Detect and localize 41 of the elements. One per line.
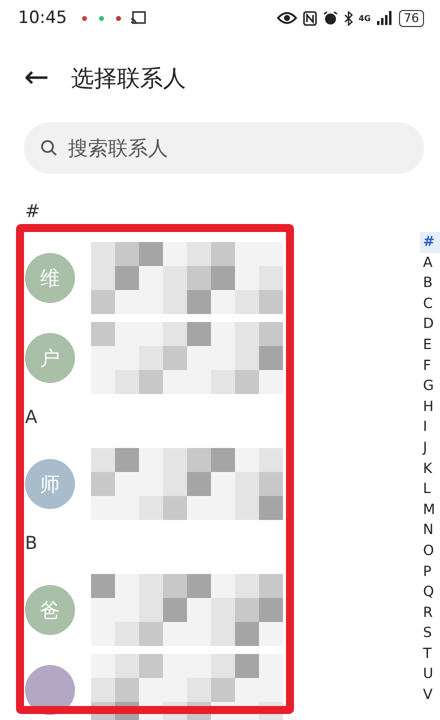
index-letter[interactable]: # <box>420 232 440 253</box>
notification-dot-icon <box>116 16 121 20</box>
page-title: 选择联系人 <box>71 64 186 94</box>
bluetooth-icon <box>344 10 353 26</box>
index-letter[interactable]: Q <box>420 582 440 603</box>
index-letter[interactable]: P <box>420 562 440 582</box>
index-letter[interactable]: N <box>420 520 440 541</box>
search-field[interactable]: 搜索联系人 <box>24 122 424 174</box>
index-letter[interactable]: K <box>420 458 440 480</box>
index-letter[interactable]: E <box>420 334 440 356</box>
index-letter[interactable]: G <box>420 376 440 397</box>
index-letter[interactable]: B <box>420 273 440 294</box>
index-letter[interactable]: I <box>420 417 440 438</box>
section-letter: B <box>25 534 38 556</box>
nfc-icon <box>302 10 317 26</box>
signal-icon <box>376 11 393 25</box>
index-letter[interactable]: A <box>420 252 440 274</box>
index-letter[interactable]: D <box>420 314 440 335</box>
index-letter[interactable]: M <box>420 500 440 520</box>
section-letter: # <box>25 202 42 224</box>
index-letter[interactable]: H <box>420 396 440 418</box>
index-letter[interactable]: O <box>420 540 440 562</box>
index-letter[interactable]: J <box>420 438 440 459</box>
section-letter: A <box>25 408 38 430</box>
notification-dot-icon <box>82 16 87 20</box>
index-letter[interactable]: V <box>420 685 440 706</box>
index-letter[interactable]: R <box>420 602 440 624</box>
eye-icon <box>276 12 297 24</box>
battery-level: 76 <box>398 10 424 26</box>
network-type: 4G <box>358 14 371 22</box>
index-letter[interactable]: T <box>420 644 440 664</box>
index-letter[interactable]: C <box>420 294 440 314</box>
index-letter[interactable]: S <box>420 623 440 644</box>
cast-icon <box>130 11 146 25</box>
back-button[interactable]: ← <box>24 63 50 93</box>
index-letter[interactable]: U <box>420 664 440 686</box>
index-letter[interactable]: F <box>420 356 440 376</box>
alarm-icon <box>322 10 338 26</box>
clock-time: 10:45 <box>18 8 67 28</box>
index-letter[interactable]: L <box>420 479 440 500</box>
notification-dot-icon <box>99 16 104 20</box>
